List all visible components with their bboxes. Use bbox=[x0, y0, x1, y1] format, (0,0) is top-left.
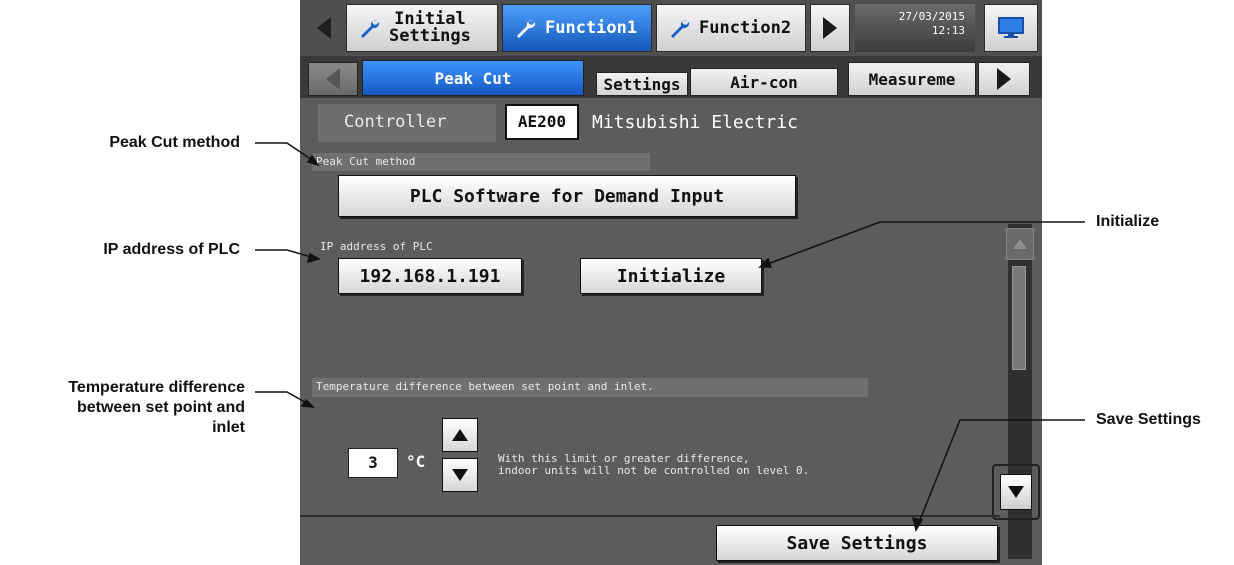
leader-ip bbox=[255, 249, 316, 259]
leader-arrowhead bbox=[306, 252, 321, 264]
leader-temp bbox=[255, 391, 311, 406]
leader-arrowhead bbox=[306, 154, 320, 167]
leader-arrowhead bbox=[911, 517, 924, 532]
leader-arrowhead bbox=[758, 257, 773, 268]
annotation-leader-lines bbox=[255, 142, 1085, 532]
leader-peak-cut bbox=[255, 142, 316, 163]
leader-save bbox=[917, 419, 1085, 526]
leader-initialize bbox=[764, 221, 1085, 266]
